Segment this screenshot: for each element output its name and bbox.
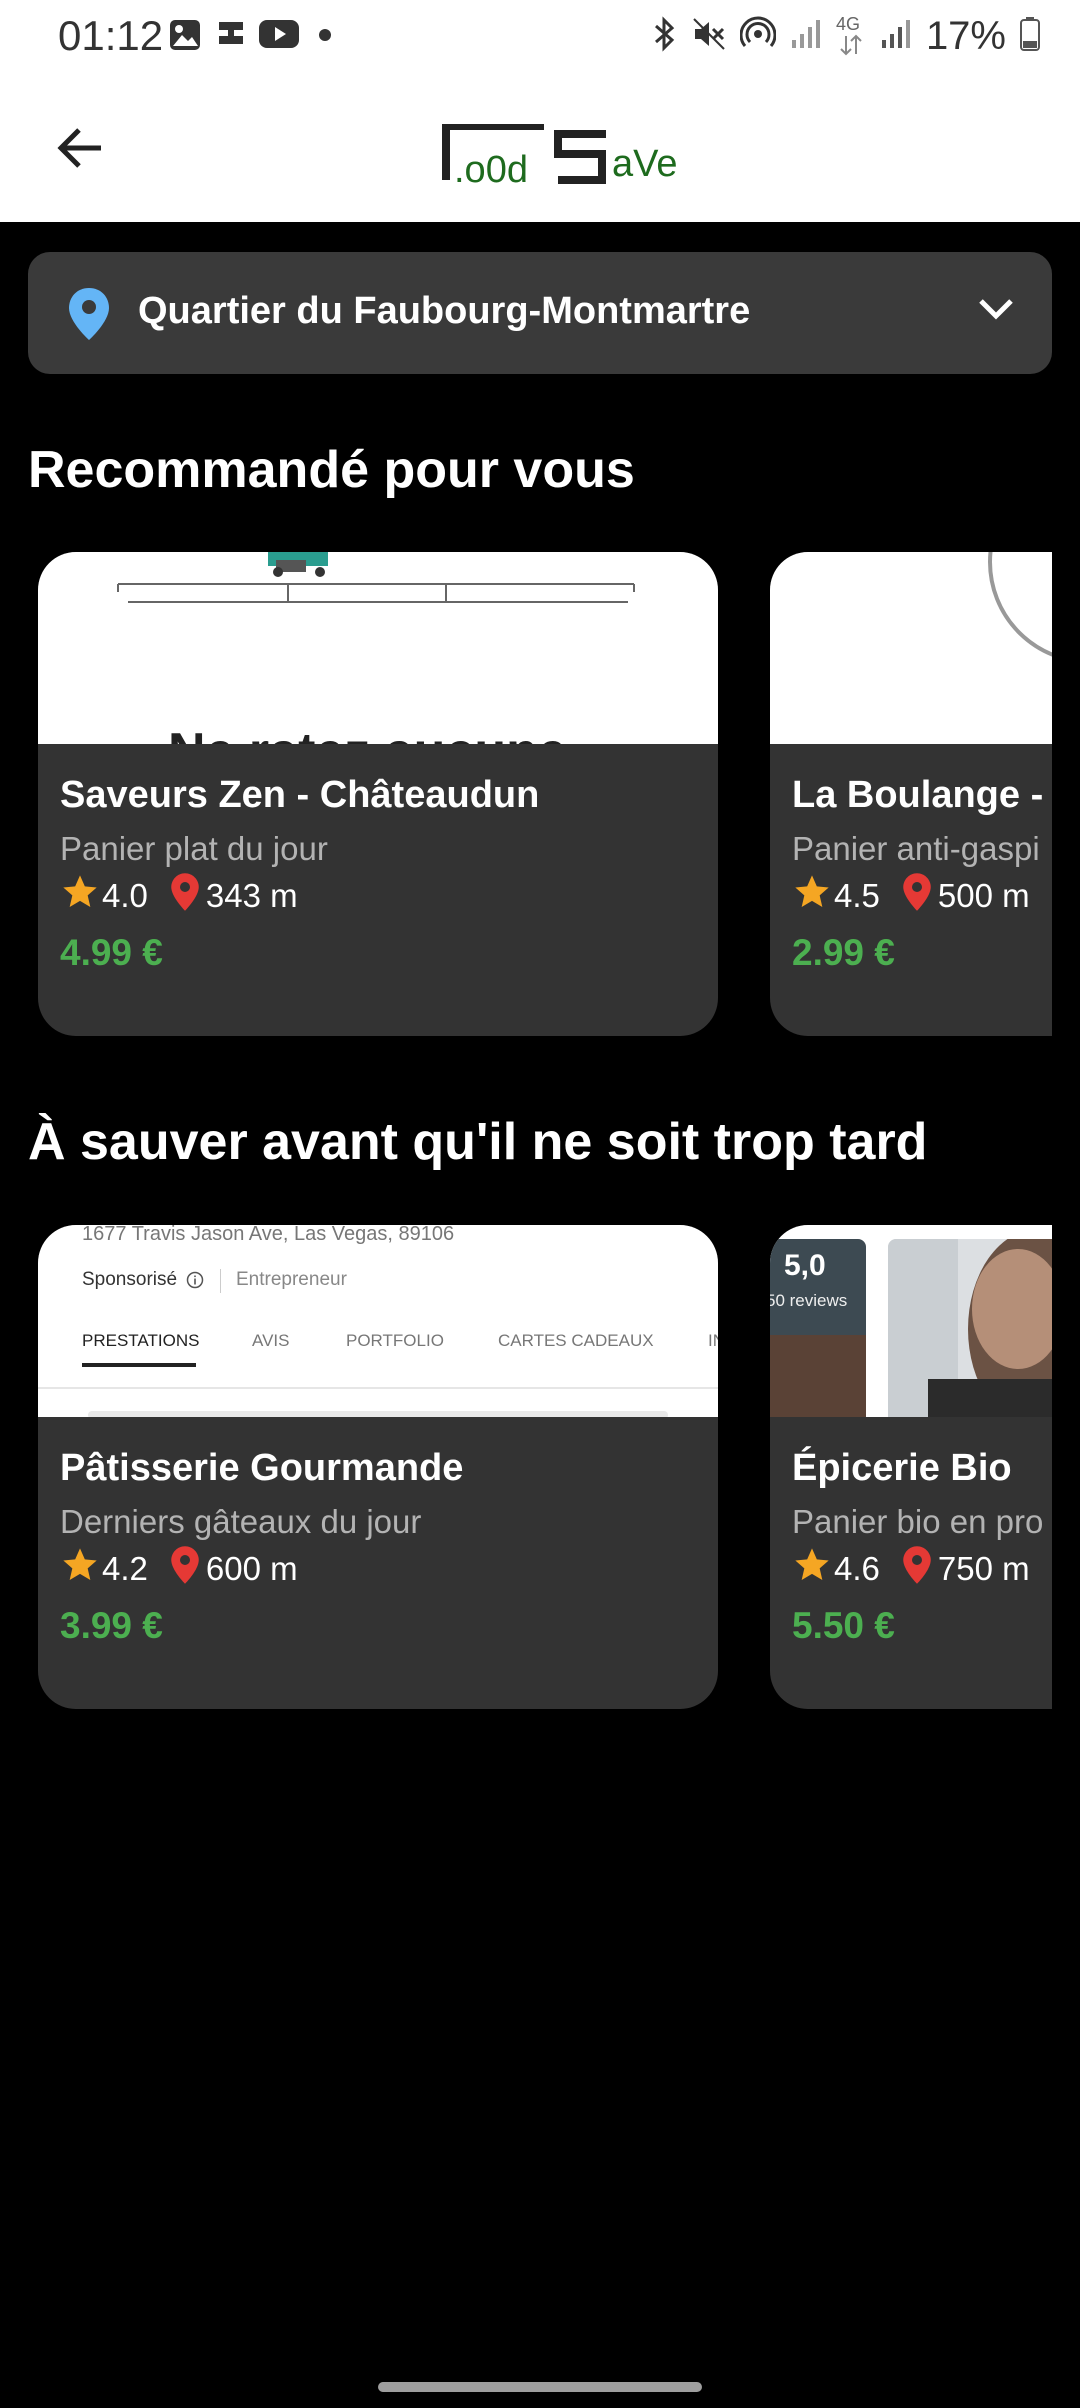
image-tab: AVIS [252,1331,290,1350]
signal-icon [790,18,822,55]
distance-pin-icon [170,872,200,920]
store-meta: 4.6 750 m [792,1545,1030,1593]
store-price: 2.99 € [792,932,895,973]
gallery-icon [168,18,202,57]
image-tab: CARTES CADEAUX [498,1331,654,1350]
distance-pin-icon [170,1545,200,1593]
home-indicator[interactable] [378,2382,702,2392]
image-address: 1677 Travis Jason Ave, Las Vegas, 89106 [82,1225,455,1245]
store-image: Ne ratez aucune [38,552,718,744]
arrow-left-icon [55,126,105,175]
store-name: La Boulange - [792,774,1044,816]
battery-icon [1020,16,1040,56]
youtube-icon [258,18,300,55]
store-description: Panier bio en pro [792,1503,1044,1540]
store-image: 5,0 50 reviews [770,1225,1052,1417]
status-time: 01:12 [58,12,164,59]
image-score-panel: 5,0 50 reviews [770,1239,866,1417]
image-tab: PORTFOLIO [346,1331,444,1350]
store-meta: 4.5 500 m [792,872,1030,920]
star-icon [60,872,100,920]
app-header: .o0d aVe. [0,72,1080,222]
store-image: 1677 Travis Jason Ave, Las Vegas, 89106 … [38,1225,718,1417]
store-description: Panier anti-gaspi [792,830,1040,867]
section-title-recommended: Recommandé pour vous [28,441,635,499]
store-distance: 600 m [205,1550,298,1587]
dot-icon [318,28,332,47]
store-card[interactable]: 5,0 50 reviews Épicerie Bio Panier bio e… [770,1225,1052,1709]
image-divider [38,1387,718,1389]
store-description: Panier plat du jour [60,830,328,867]
store-name: Pâtisserie Gourmande [60,1447,464,1489]
image-tab: PRESTATIONS [82,1331,200,1350]
svg-text:.o0d: .o0d [454,149,528,184]
star-icon [792,1545,832,1593]
mute-icon [692,17,726,56]
app-icon [216,18,246,53]
urgent-carousel[interactable]: 1677 Travis Jason Ave, Las Vegas, 89106 … [0,1225,1052,1715]
store-rating: 4.2 [102,1550,148,1587]
distance-pin-icon [902,872,932,920]
star-icon [792,872,832,920]
image-tab-underline [82,1363,196,1367]
signal-icon [880,18,912,55]
store-distance: 750 m [937,1550,1030,1587]
store-card[interactable]: La Boulange - Panier anti-gaspi 4.5 500 … [770,552,1052,1036]
store-rating: 4.5 [834,877,880,914]
store-price: 5.50 € [792,1605,895,1646]
store-description: Derniers gâteaux du jour [60,1503,422,1540]
hotspot-icon [739,16,777,57]
status-right: 4G 17% [650,12,1040,60]
location-label: Quartier du Faubourg-Montmartre [138,290,751,332]
store-meta: 4.0 343 m [60,872,298,920]
store-distance: 343 m [205,877,298,914]
store-card[interactable]: Ne ratez aucune Saveurs Zen - Châteaudun… [38,552,718,1036]
image-sponsored: Sponsorisé [82,1269,178,1290]
store-name: Épicerie Bio [792,1447,1012,1489]
info-icon [186,1271,204,1294]
store-image [770,552,1052,744]
app-logo: .o0d aVe. [440,122,688,191]
location-pin-icon [66,286,112,347]
store-name: Saveurs Zen - Châteaudun [60,774,540,816]
store-image-text: Ne ratez aucune [168,722,567,744]
store-rating: 4.6 [834,1550,880,1587]
distance-pin-icon [902,1545,932,1593]
status-bar: 01:12 4G 17% [0,0,1080,72]
chevron-down-icon [976,294,1016,329]
store-rating: 4.0 [102,877,148,914]
bluetooth-icon [650,15,678,57]
image-entrepreneur: Entrepreneur [236,1269,347,1290]
battery-percent: 17% [925,13,1006,58]
4g-icon: 4G [836,14,866,58]
recommended-carousel[interactable]: Ne ratez aucune Saveurs Zen - Châteaudun… [0,552,1052,1042]
image-bar [88,1411,668,1417]
location-selector[interactable]: Quartier du Faubourg-Montmartre [28,252,1052,374]
store-price: 3.99 € [60,1605,163,1646]
store-price: 4.99 € [60,932,163,973]
store-card[interactable]: 1677 Travis Jason Ave, Las Vegas, 89106 … [38,1225,718,1709]
image-photo [888,1239,1052,1417]
store-distance: 500 m [937,877,1030,914]
image-score: 5,0 [784,1249,826,1282]
svg-text:aVe.: aVe. [612,143,680,184]
image-tab: IN [708,1331,718,1350]
star-icon [60,1545,100,1593]
section-title-urgent: À sauver avant qu'il ne soit trop tard [28,1113,928,1171]
store-meta: 4.2 600 m [60,1545,298,1593]
divider [220,1269,221,1293]
back-button[interactable] [44,114,116,186]
image-reviews: 50 reviews [770,1291,848,1310]
